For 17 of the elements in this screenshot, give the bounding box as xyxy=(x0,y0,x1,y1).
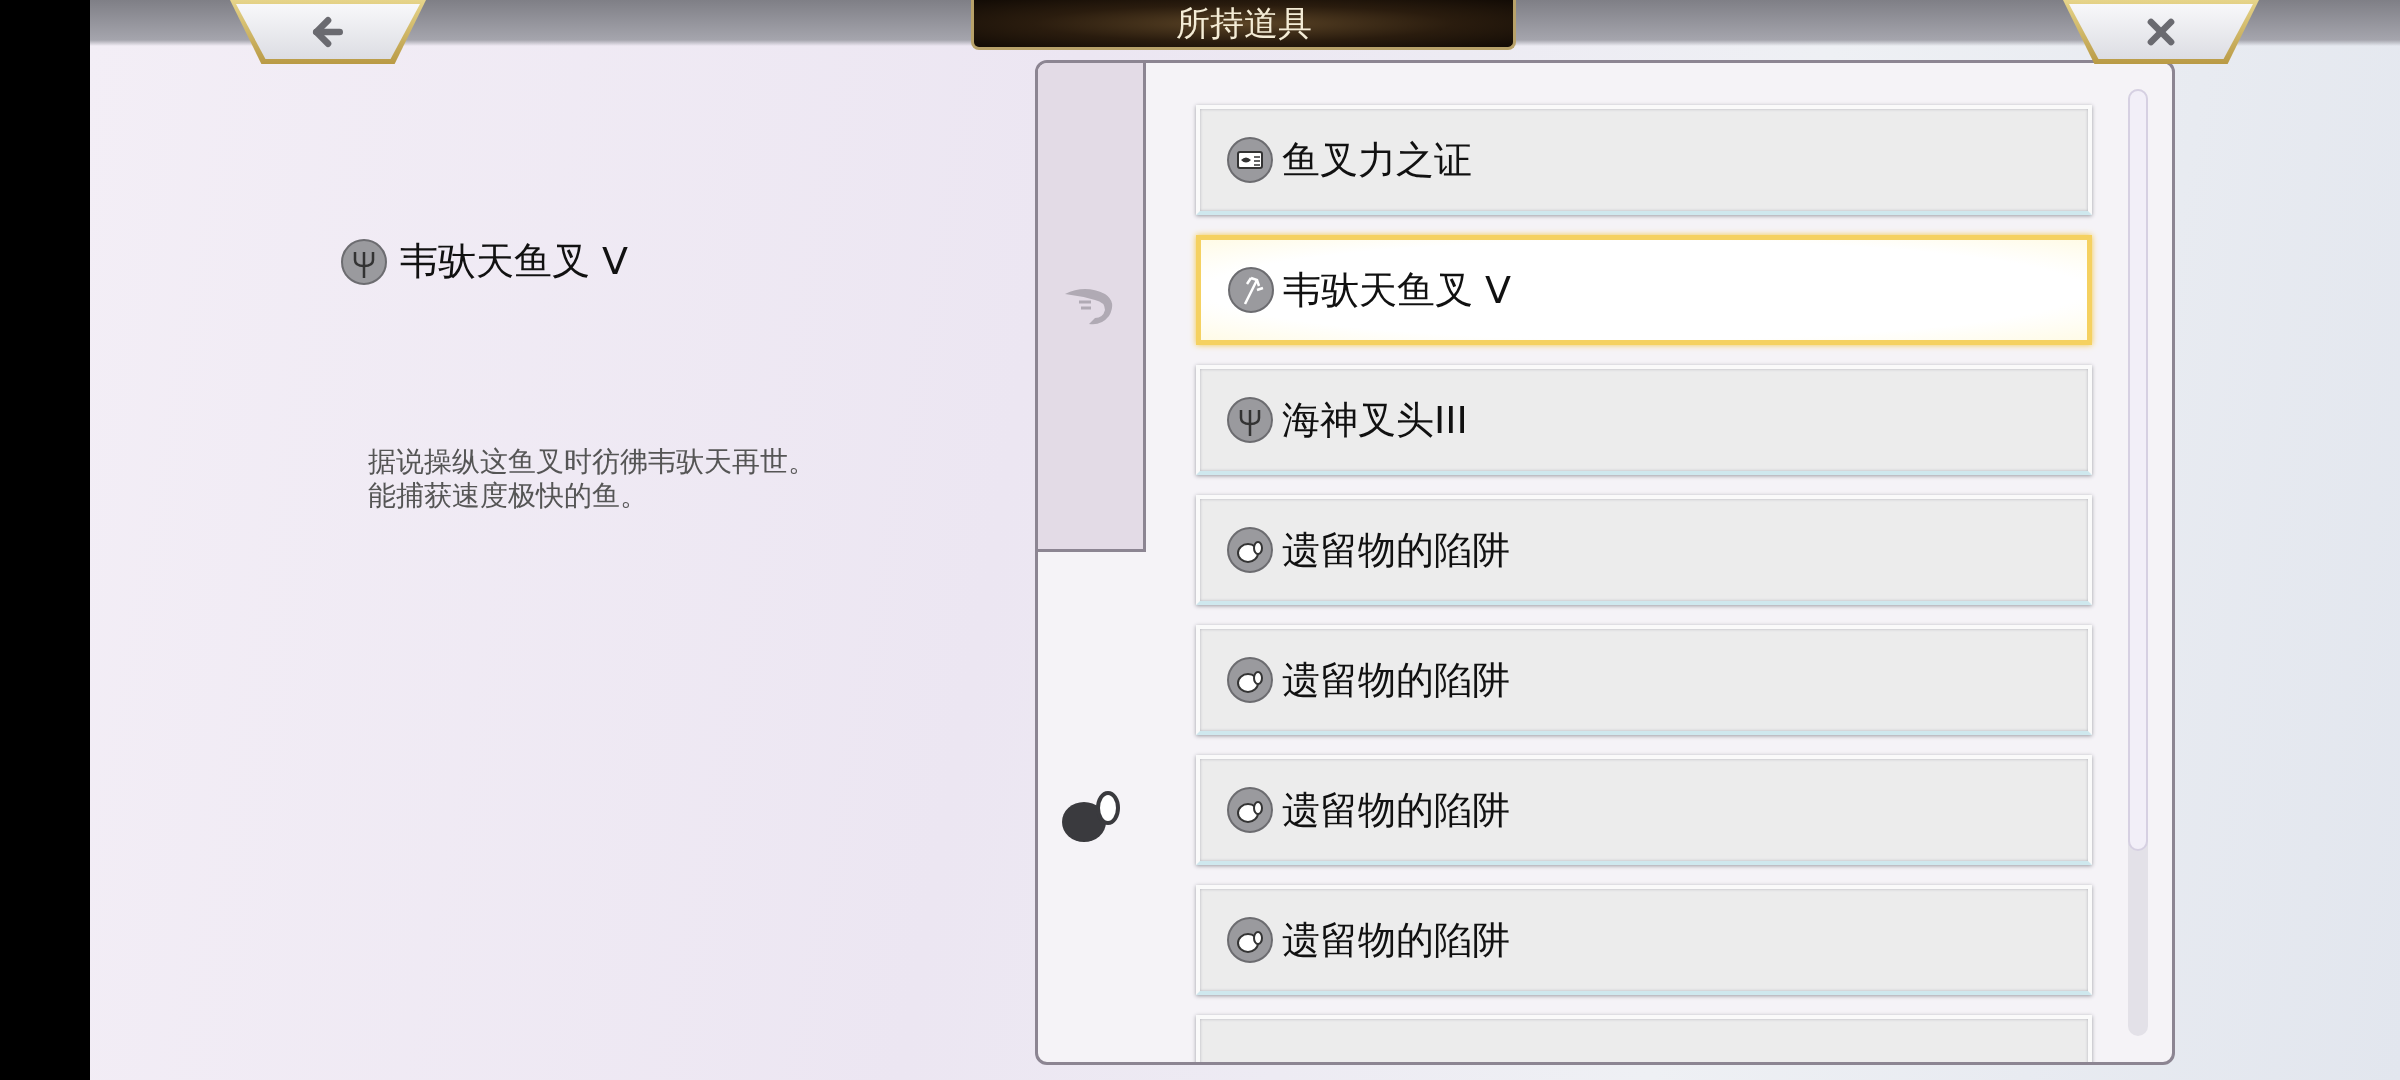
jar-icon xyxy=(1226,786,1274,834)
card-icon xyxy=(1226,136,1274,184)
jar-icon xyxy=(1226,656,1274,704)
jar-icon xyxy=(1226,526,1274,574)
screen-title: 所持道具 xyxy=(971,0,1516,50)
item-description: 据说操纵这鱼叉时彷彿韦驮天再世。 xyxy=(368,445,816,479)
item-row[interactable]: 遗留物的陷阱 xyxy=(1196,885,2092,995)
item-row[interactable]: 韦驮天鱼叉 V xyxy=(1196,235,2092,345)
item-title: 韦驮天鱼叉 V xyxy=(400,238,629,285)
item-row[interactable]: 鱼叉力之证 xyxy=(1196,105,2092,215)
item-row[interactable]: 海神叉头III xyxy=(1196,365,2092,475)
item-row[interactable]: 遗留物的陷阱 xyxy=(1196,495,2092,605)
item-description: 能捕获速度极快的鱼。 xyxy=(368,479,648,513)
item-row[interactable]: 遗留物的陷阱 xyxy=(1196,755,2092,865)
jar-icon xyxy=(1226,916,1274,964)
scrollbar[interactable] xyxy=(2128,89,2148,1036)
item-row[interactable]: 遗留物的陷阱 xyxy=(1196,625,2092,735)
